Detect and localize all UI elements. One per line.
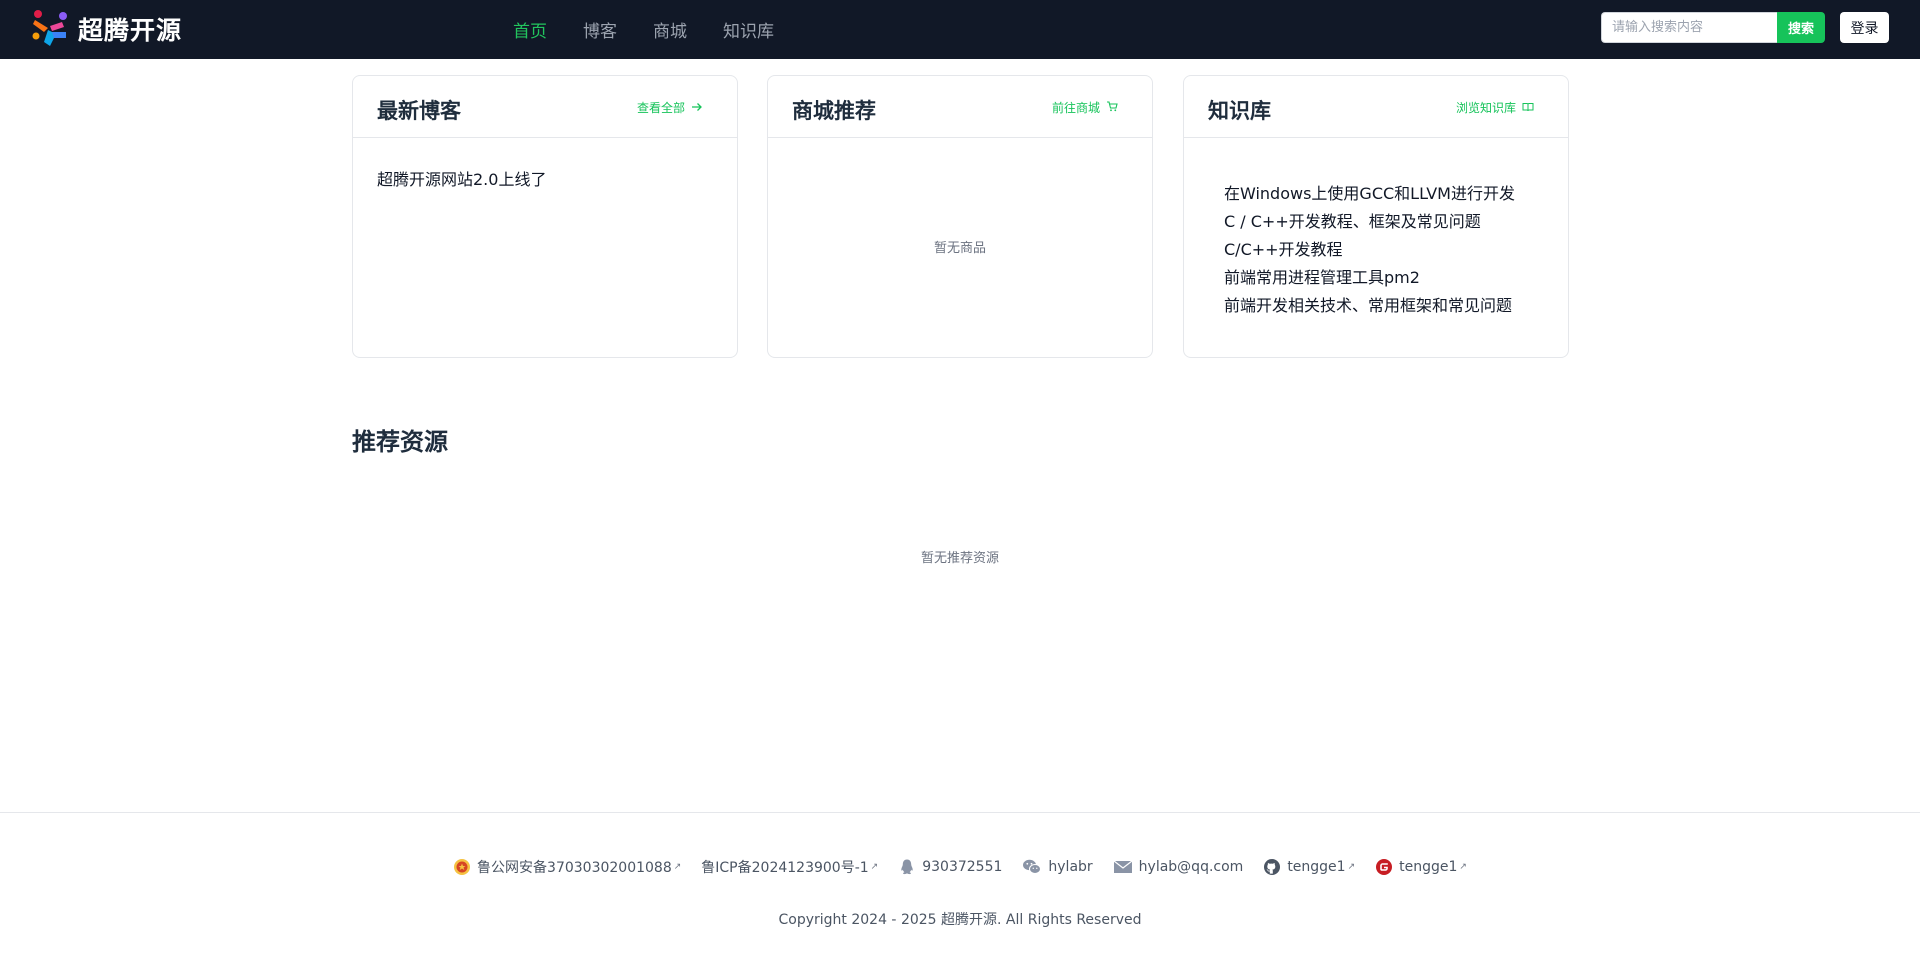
link-label: tengge1 xyxy=(1287,859,1346,875)
police-badge-icon xyxy=(453,858,471,876)
nav-home[interactable]: 首页 xyxy=(513,17,547,42)
card-body: 暂无商品 xyxy=(768,138,1152,357)
wechat-contact[interactable]: hylabr xyxy=(1022,858,1093,876)
link-label: hylabr xyxy=(1048,859,1093,875)
external-link-icon: ↗ xyxy=(870,862,879,872)
list-item[interactable]: 前端常用进程管理工具pm2 xyxy=(1224,264,1515,292)
latest-blog-card: 最新博客 查看全部 超腾开源网站2.0上线了 xyxy=(352,75,738,358)
arrow-right-icon xyxy=(691,101,703,115)
link-label: hylab@qq.com xyxy=(1138,859,1244,875)
knowledge-base-list: 在Windows上使用GCC和LLVM进行开发 C / C++开发教程、框架及常… xyxy=(1224,180,1515,320)
card-header: 最新博客 查看全部 xyxy=(353,76,737,138)
list-item[interactable]: 前端开发相关技术、常用框架和常见问题 xyxy=(1224,292,1515,320)
github-icon xyxy=(1263,858,1281,876)
view-all-blogs-link[interactable]: 查看全部 xyxy=(637,99,703,116)
card-title: 知识库 xyxy=(1208,99,1271,123)
gitee-link[interactable]: tengge1 ↗ xyxy=(1375,858,1467,876)
search-input[interactable] xyxy=(1601,12,1777,43)
copyright-text: Copyright 2024 - 2025 超腾开源. All Rights R… xyxy=(778,912,1142,928)
link-label: tengge1 xyxy=(1399,859,1458,875)
empty-products-text: 暂无商品 xyxy=(933,241,986,256)
list-item[interactable]: 在Windows上使用GCC和LLVM进行开发 xyxy=(1224,180,1515,208)
browse-knowledge-base-link[interactable]: 浏览知识库 xyxy=(1456,99,1534,116)
empty-resources-text: 暂无推荐资源 xyxy=(920,551,999,566)
card-body: 超腾开源网站2.0上线了 xyxy=(353,138,737,357)
footer-links: 鲁公网安备37030302001088 ↗ 鲁ICP备2024123900号-1 ↗… xyxy=(0,857,1920,877)
shop-recommend-card: 商城推荐 前往商城 暂无商品 xyxy=(767,75,1153,358)
search-bar: 搜索 xyxy=(1601,12,1825,43)
card-title: 最新博客 xyxy=(377,99,461,123)
list-item[interactable]: C / C++开发教程、框架及常见问题 xyxy=(1224,208,1515,236)
search-button[interactable]: 搜索 xyxy=(1777,12,1825,43)
icp-record-link[interactable]: 鲁ICP备2024123900号-1 ↗ xyxy=(701,857,878,877)
wechat-icon xyxy=(1022,858,1042,876)
card-title: 商城推荐 xyxy=(792,99,876,123)
knowledge-base-card: 知识库 浏览知识库 在Windows上使用GCC和LLVM进行开发 C / C+… xyxy=(1183,75,1569,358)
mail-icon xyxy=(1113,859,1133,875)
nav-knowledge-base[interactable]: 知识库 xyxy=(723,17,774,42)
main-nav: 首页 博客 商城 知识库 xyxy=(513,0,810,59)
login-button[interactable]: 登录 xyxy=(1840,12,1889,43)
qq-contact[interactable]: 930372551 xyxy=(898,858,1002,876)
book-icon xyxy=(1522,101,1534,115)
github-link[interactable]: tengge1 ↗ xyxy=(1263,858,1355,876)
external-link-icon: ↗ xyxy=(1459,862,1467,872)
link-label: 930372551 xyxy=(922,859,1003,875)
blog-item[interactable]: 超腾开源网站2.0上线了 xyxy=(377,166,546,190)
footer: 鲁公网安备37030302001088 ↗ 鲁ICP备2024123900号-1 ↗… xyxy=(0,812,1920,957)
link-label: 鲁ICP备2024123900号-1 xyxy=(701,860,869,876)
top-nav-bar: 超腾开源 首页 博客 商城 知识库 搜索 登录 xyxy=(0,0,1920,59)
police-record-link[interactable]: 鲁公网安备37030302001088 ↗ xyxy=(453,857,681,877)
link-label: 浏览知识库 xyxy=(1455,101,1516,115)
card-header: 知识库 浏览知识库 xyxy=(1184,76,1568,138)
logo-text: 超腾开源 xyxy=(78,16,183,45)
recommended-resources-title: 推荐资源 xyxy=(352,428,448,456)
cart-icon xyxy=(1106,100,1118,115)
qq-icon xyxy=(898,858,916,876)
nav-shop[interactable]: 商城 xyxy=(653,17,687,42)
card-header: 商城推荐 前往商城 xyxy=(768,76,1152,138)
external-link-icon: ↗ xyxy=(673,862,682,872)
card-body: 在Windows上使用GCC和LLVM进行开发 C / C++开发教程、框架及常… xyxy=(1184,138,1568,357)
list-item[interactable]: C/C++开发教程 xyxy=(1224,236,1515,264)
email-contact[interactable]: hylab@qq.com xyxy=(1113,859,1244,875)
link-label: 查看全部 xyxy=(636,101,685,115)
go-to-shop-link[interactable]: 前往商城 xyxy=(1052,99,1118,116)
site-logo[interactable]: 超腾开源 xyxy=(30,8,182,50)
logo-icon xyxy=(30,8,72,50)
nav-blog[interactable]: 博客 xyxy=(583,17,617,42)
link-label: 前往商城 xyxy=(1051,101,1100,115)
external-link-icon: ↗ xyxy=(1347,862,1356,872)
link-label: 鲁公网安备37030302001088 xyxy=(477,860,672,876)
gitee-icon xyxy=(1375,858,1393,876)
